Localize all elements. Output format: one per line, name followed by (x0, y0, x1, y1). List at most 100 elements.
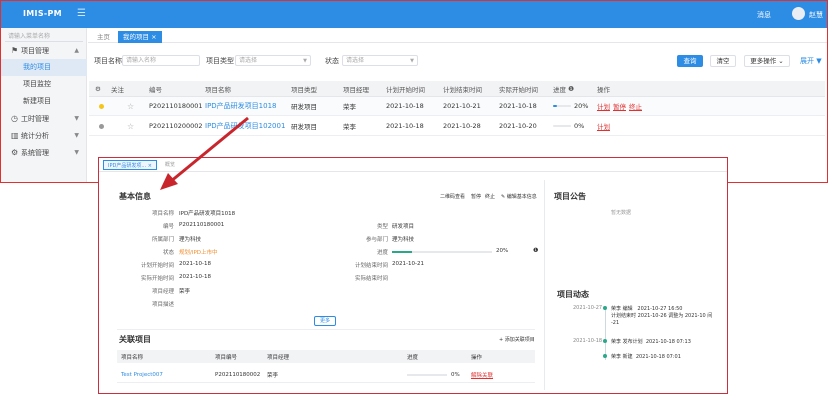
app-title: IMIS-PM (23, 9, 62, 18)
qrcode-link[interactable]: 二维码查看 (440, 193, 465, 200)
row-type: 研发项目 (291, 123, 317, 131)
more-button[interactable]: 更多 (314, 316, 336, 326)
col-manager: 项目经理 (267, 354, 290, 361)
row-manager: 荣李 (343, 103, 356, 111)
field-value: 荣李 (179, 289, 191, 295)
plan-link[interactable]: 计划 (597, 121, 610, 131)
tab-project-detail[interactable]: IPD产品研发项... × (103, 160, 157, 170)
status-select[interactable]: 请选择 ▼ (342, 55, 418, 66)
terminate-link[interactable]: 终止 (629, 101, 642, 111)
activity-detail: 计划结束时 2021-10-26 调整为 2021-10 间 -21 (611, 313, 713, 326)
basic-info-title: 基本信息 (119, 192, 151, 201)
field-value: 理为科技 (179, 237, 202, 243)
tab-my-projects[interactable]: 我的项目 × (118, 31, 162, 43)
activity-date: 2021-10-27 (573, 305, 603, 311)
sidebar-item-my-projects[interactable]: 我的项目 (1, 59, 87, 76)
status-dot (99, 97, 104, 115)
filter-bar: 项目名称 请输入名称 项目类型 请选择 ▼ 状态 请选择 ▼ 查询 清空 更多操作 … (88, 52, 827, 72)
field-value: 2021-10-18 (179, 274, 211, 280)
related-progress: 0% (407, 368, 460, 382)
col-type[interactable]: 项目类型 (291, 81, 317, 96)
field-label: 计划开始时间 (140, 263, 174, 269)
avatar[interactable] (792, 7, 805, 20)
sidebar-item-statistics[interactable]: ▥ 统计分析 ▼ (1, 127, 87, 144)
edit-info-link[interactable]: ✎ 编辑基本信息 (501, 193, 537, 200)
col-manager[interactable]: 项目经理 (343, 81, 369, 96)
activity-entry: 荣李 发布计划 2021-10-18 07:13 (611, 339, 691, 345)
row-name-link[interactable]: IPD产品研发项目1018 (205, 97, 277, 115)
project-type-select[interactable]: 请选择 ▼ (235, 55, 311, 66)
row-type: 研发项目 (291, 103, 317, 111)
pause-link[interactable]: 暂停 (471, 193, 481, 200)
pause-link[interactable]: 暂停 (613, 101, 626, 111)
col-name[interactable]: 项目名称 (205, 81, 231, 96)
status-dot (99, 117, 104, 135)
row-manager: 荣李 (343, 123, 356, 131)
plan-link[interactable]: 计划 (597, 101, 610, 111)
progress-value: 20% (496, 248, 509, 254)
timeline-line (605, 307, 606, 360)
col-plan-end[interactable]: 计划结束时间 (443, 81, 482, 96)
divider (117, 329, 535, 330)
project-name-input[interactable]: 请输入名称 (122, 55, 200, 66)
settings-icon[interactable]: ⚙ (95, 81, 101, 96)
status-label: 状态 (325, 57, 339, 65)
field-value: 理为科技 (392, 237, 415, 243)
sidebar-item-new-project[interactable]: 新建项目 (1, 93, 87, 110)
row-name-link[interactable]: IPD产品研发项目102001 (205, 117, 285, 135)
star-icon[interactable]: ☆ (127, 97, 134, 115)
tab-bar: 主页 我的项目 × (88, 29, 827, 43)
unlink-link[interactable]: 解除关联 (471, 368, 493, 382)
table-row[interactable]: ☆ P202110200002 IPD产品研发项目102001 研发项目 荣李 … (89, 117, 825, 136)
col-actual-start[interactable]: 实际开始时间 (499, 81, 538, 96)
star-icon[interactable]: ☆ (127, 117, 134, 135)
col-progress: 进度 (407, 354, 419, 361)
tab-home[interactable]: 主页 (92, 31, 115, 43)
row-ops: 计划 (597, 117, 613, 135)
field-label: 类型 (376, 224, 388, 230)
table-row[interactable]: Test Project007 P202110180002 荣李 0% 解除关联 (117, 368, 535, 383)
terminate-link[interactable]: 终止 (485, 193, 495, 200)
close-icon[interactable]: × (151, 33, 156, 41)
flag-icon: ⚑ (11, 46, 19, 55)
sidebar-item-timesheet[interactable]: ◷ 工时管理 ▼ (1, 110, 87, 127)
timeline-dot (603, 339, 607, 343)
sidebar-item-system[interactable]: ⚙ 系统管理 ▼ (1, 144, 87, 161)
row-actual-start: 2021-10-20 (499, 122, 537, 130)
expand-toggle[interactable]: 展开 ▼ (800, 56, 822, 66)
user-name[interactable]: 赵慧 (809, 10, 823, 20)
col-ops: 操作 (597, 85, 610, 94)
col-follow[interactable]: 关注 (111, 81, 124, 96)
row-actual-start: 2021-10-18 (499, 102, 537, 110)
tab-overview[interactable]: 概览 (161, 160, 179, 170)
add-related-link[interactable]: + 添加关联项目 (499, 336, 535, 343)
messages-link[interactable]: 消息 (757, 10, 771, 20)
project-type-label: 项目类型 (206, 57, 234, 65)
related-name-link[interactable]: Test Project007 (121, 368, 163, 382)
info-icon: ❶ (533, 247, 539, 254)
field-value: 2021-10-18 (179, 261, 211, 267)
related-table-header: 项目名称 项目编号 项目经理 进度 操作 (117, 350, 535, 363)
col-name: 项目名称 (121, 354, 144, 361)
field-label: 实际结束时间 (354, 276, 388, 282)
gear-icon: ⚙ (11, 148, 19, 157)
field-value: IPD产品研发项目1018 (179, 211, 236, 217)
row-plan-start: 2021-10-18 (386, 122, 424, 130)
clear-button[interactable]: 清空 (710, 55, 736, 67)
col-plan-start[interactable]: 计划开始时间 (386, 81, 425, 96)
row-code: P202110180001 (149, 102, 203, 110)
sidebar-item-project-management[interactable]: ⚑ 项目管理 ▲ (1, 42, 87, 59)
chevron-down-icon: ▼ (303, 58, 307, 64)
table-row[interactable]: ☆ P202110180001 IPD产品研发项目1018 研发项目 荣李 20… (89, 97, 825, 116)
timeline-dot (603, 306, 607, 310)
col-code[interactable]: 编号 (149, 81, 162, 96)
edit-icon: ✎ (501, 194, 506, 200)
sidebar-item-project-monitor[interactable]: 项目监控 (1, 76, 87, 93)
col-progress[interactable]: 进度 ❶ (553, 81, 574, 96)
notice-empty: 暂无数据 (611, 210, 632, 216)
more-actions-button[interactable]: 更多操作 ⌄ (744, 55, 790, 67)
chart-icon: ▥ (11, 131, 19, 140)
menu-toggle-icon[interactable]: ☰ (77, 8, 86, 19)
menu-search-input[interactable]: 请输入菜单名称 (5, 31, 83, 42)
search-button[interactable]: 查询 (677, 55, 703, 67)
